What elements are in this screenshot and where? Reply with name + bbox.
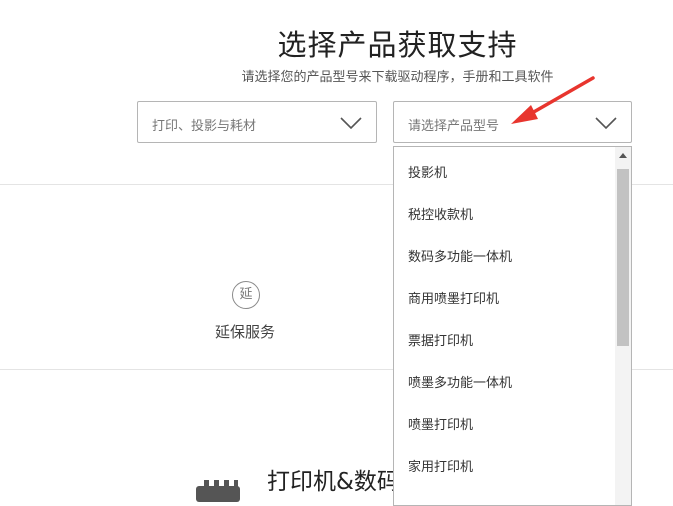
dropdown-option[interactable]: 投影机 xyxy=(394,147,616,189)
extended-warranty-label[interactable]: 延保服务 xyxy=(215,321,275,342)
dropdown-option[interactable]: 商用喷墨打印机 xyxy=(394,273,616,315)
scroll-up-arrow-icon[interactable] xyxy=(615,147,631,163)
chevron-down-icon xyxy=(340,117,362,129)
scrollbar[interactable] xyxy=(615,147,631,505)
dropdown-option[interactable]: 家用打印机 xyxy=(394,441,616,483)
dropdown-option[interactable]: 数码多功能一体机 xyxy=(394,231,616,273)
page-title: 选择产品获取支持 xyxy=(277,28,518,62)
dropdown-option[interactable]: 税控收款机 xyxy=(394,189,616,231)
extended-warranty-icon[interactable]: 延 xyxy=(232,281,260,309)
category-select[interactable]: 打印、投影与耗材 xyxy=(137,101,377,143)
dropdown-option[interactable]: 票据打印机 xyxy=(394,315,616,357)
dropdown-option[interactable]: 喷墨打印机 xyxy=(394,399,616,441)
model-select-placeholder: 请选择产品型号 xyxy=(408,119,500,134)
category-select-value: 打印、投影与耗材 xyxy=(152,119,257,134)
dropdown-option[interactable]: 喷墨多功能一体机 xyxy=(394,357,616,399)
scroll-thumb[interactable] xyxy=(617,169,629,346)
printer-icon xyxy=(196,480,240,502)
red-arrow-icon xyxy=(511,76,595,124)
section-title-printers: 打印机&数码 xyxy=(267,469,400,495)
dropdown-options: 投影机 税控收款机 数码多功能一体机 商用喷墨打印机 票据打印机 喷墨多功能一体机 喷墨打印… xyxy=(394,147,616,483)
model-dropdown-list[interactable]: 投影机 税控收款机 数码多功能一体机 商用喷墨打印机 票据打印机 喷墨多功能一体机 喷墨打印… xyxy=(393,146,632,506)
